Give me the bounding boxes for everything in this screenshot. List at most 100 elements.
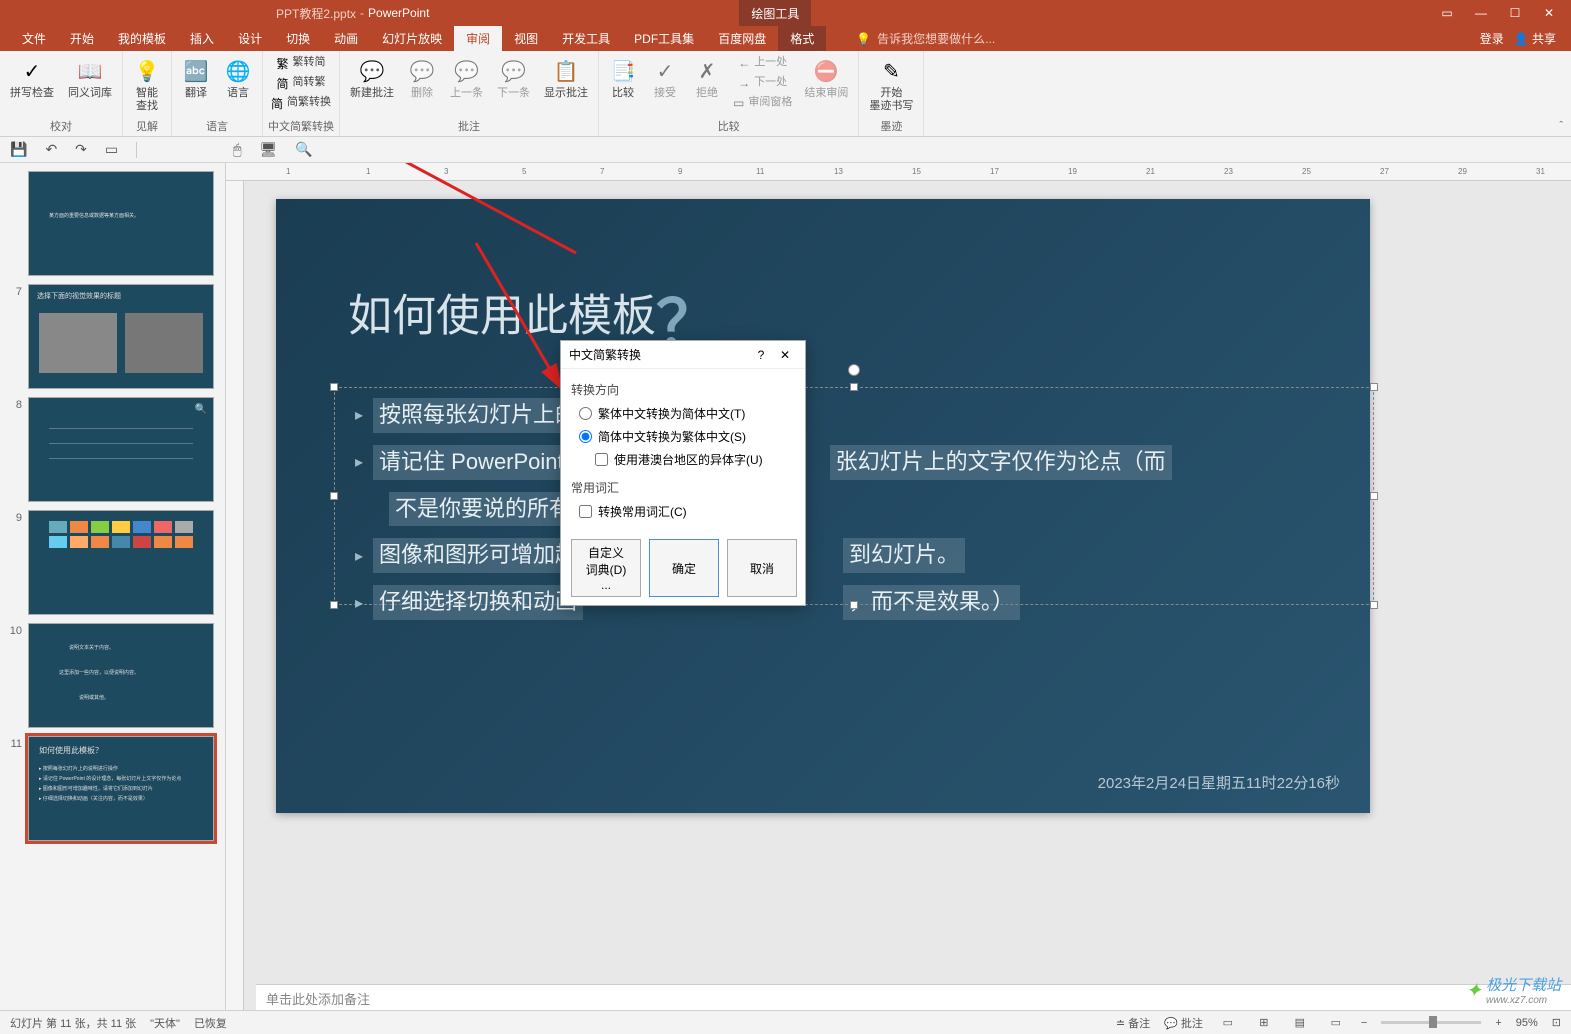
mouse-mode-icon[interactable]: 🖱 xyxy=(233,141,241,158)
start-from-beginning-icon[interactable]: ▭ xyxy=(105,141,118,158)
thesaurus-button[interactable]: 📖同义词库 xyxy=(62,53,118,102)
redo-icon[interactable]: ↷ xyxy=(75,141,87,158)
screen-icon[interactable]: 🖥 xyxy=(260,141,278,158)
zoom-in-icon[interactable]: + xyxy=(1495,1017,1501,1029)
option-variant-chars[interactable]: 使用港澳台地区的异体字(U) xyxy=(571,448,795,471)
thumbnail-item[interactable]: 9 xyxy=(0,506,225,619)
rotate-handle[interactable] xyxy=(848,364,860,376)
thumbnail-slide[interactable] xyxy=(28,510,214,615)
accept-button[interactable]: ✓接受 xyxy=(645,53,685,102)
zoom-thumb[interactable] xyxy=(1429,1016,1437,1028)
login-button[interactable]: 登录 xyxy=(1480,30,1504,47)
zoom-slider[interactable] xyxy=(1381,1021,1481,1024)
compare-button[interactable]: 📑比较 xyxy=(603,53,643,102)
comments-toggle[interactable]: 💬 批注 xyxy=(1164,1015,1203,1031)
resize-handle[interactable] xyxy=(850,601,858,609)
thumbnail-item[interactable]: 8 🔍 xyxy=(0,393,225,506)
thumbnail-slide[interactable]: 某方面的重要信息或数据等某方面相关。 xyxy=(28,171,214,276)
tab-design[interactable]: 设计 xyxy=(226,26,274,51)
tab-pdf-tools[interactable]: PDF工具集 xyxy=(622,26,706,51)
tell-me-search[interactable]: 💡 告诉我您想要做什么... xyxy=(826,30,1479,47)
thumbnail-slide-selected[interactable]: 如何使用此模板？ ▸ 按照每张幻灯片上的说明进行操作 ▸ 请记住 PowerPo… xyxy=(28,736,214,841)
tab-format[interactable]: 格式 xyxy=(778,26,826,51)
end-review-button[interactable]: ⛔结束审阅 xyxy=(798,53,854,102)
sorter-view-icon[interactable]: ⊞ xyxy=(1253,1014,1275,1032)
tab-file[interactable]: 文件 xyxy=(10,26,58,51)
thumbnail-item[interactable]: 11 如何使用此模板？ ▸ 按照每张幻灯片上的说明进行操作 ▸ 请记住 Powe… xyxy=(0,732,225,845)
thumbnail-item[interactable]: 7 选择下面的视觉效果的标题 xyxy=(0,280,225,393)
zoom-level[interactable]: 95% xyxy=(1516,1017,1538,1029)
dialog-close-icon[interactable]: ✕ xyxy=(773,348,797,362)
translate-button[interactable]: 🔤翻译 xyxy=(176,53,216,102)
reading-view-icon[interactable]: ▤ xyxy=(1289,1014,1311,1032)
slide-canvas[interactable]: 如何使用此模板？ ▸按照每张幻灯片上的 ▸请记住 PowerPoint张幻灯片上… xyxy=(276,199,1370,813)
dialog-titlebar[interactable]: 中文简繁转换 ? ✕ xyxy=(561,341,805,369)
share-button[interactable]: 👤 共享 xyxy=(1514,30,1556,47)
content-textbox[interactable]: ▸按照每张幻灯片上的 ▸请记住 PowerPoint张幻灯片上的文字仅作为论点（… xyxy=(334,387,1374,605)
show-comments-button[interactable]: 📋显示批注 xyxy=(538,53,594,102)
tab-transitions[interactable]: 切换 xyxy=(274,26,322,51)
resize-handle[interactable] xyxy=(1370,492,1378,500)
simp-to-trad-button[interactable]: 简简转繁 xyxy=(267,73,335,93)
tab-home[interactable]: 开始 xyxy=(58,26,106,51)
collapse-ribbon-icon[interactable]: ˆ xyxy=(1559,120,1563,132)
resize-handle[interactable] xyxy=(1370,383,1378,391)
ok-button[interactable]: 确定 xyxy=(649,539,719,597)
option-simp-to-trad[interactable]: 简体中文转换为繁体中文(S) xyxy=(571,425,795,448)
smart-lookup-button[interactable]: 💡智能 查找 xyxy=(127,53,167,115)
dialog-help-icon[interactable]: ? xyxy=(749,348,773,362)
thumbnail-item[interactable]: 某方面的重要信息或数据等某方面相关。 xyxy=(0,167,225,280)
tab-insert[interactable]: 插入 xyxy=(178,26,226,51)
resize-handle[interactable] xyxy=(1370,601,1378,609)
prev-comment-button[interactable]: 💬上一条 xyxy=(444,53,489,102)
tab-review[interactable]: 审阅 xyxy=(454,26,502,51)
thumbnail-slide[interactable]: 说明文本关于内容。 这里添加一些内容，以便说明内容。 说明或其他。 xyxy=(28,623,214,728)
notes-toggle[interactable]: ≐ 备注 xyxy=(1116,1015,1150,1031)
language-indicator[interactable]: "天体" xyxy=(150,1015,180,1031)
minimize-icon[interactable]: — xyxy=(1474,6,1488,20)
normal-view-icon[interactable]: ▭ xyxy=(1217,1014,1239,1032)
option-common-vocab[interactable]: 转换常用词汇(C) xyxy=(571,500,795,523)
ribbon-group-proofing: ✓拼写检查 📖同义词库 校对 xyxy=(0,51,123,136)
thumbnail-slide[interactable]: 🔍 xyxy=(28,397,214,502)
thumbnail-item[interactable]: 10 说明文本关于内容。 这里添加一些内容，以便说明内容。 说明或其他。 xyxy=(0,619,225,732)
tab-developer[interactable]: 开发工具 xyxy=(550,26,622,51)
resize-handle[interactable] xyxy=(330,492,338,500)
resize-handle[interactable] xyxy=(330,383,338,391)
resize-handle[interactable] xyxy=(850,383,858,391)
new-comment-button[interactable]: 💬新建批注 xyxy=(344,53,400,102)
custom-dictionary-button[interactable]: 自定义词典(D) ... xyxy=(571,539,641,597)
prev-change-button[interactable]: ←上一处 xyxy=(729,53,796,73)
comment-next-icon: 💬 xyxy=(501,55,526,87)
ribbon-options-icon[interactable]: ▭ xyxy=(1440,6,1454,20)
tab-my-templates[interactable]: 我的模板 xyxy=(106,26,178,51)
option-trad-to-simp[interactable]: 繁体中文转换为简体中文(T) xyxy=(571,402,795,425)
search-slide-icon[interactable]: 🔍 xyxy=(295,141,312,158)
review-pane-button[interactable]: ▭审阅窗格 xyxy=(729,93,796,113)
language-button[interactable]: 🌐语言 xyxy=(218,53,258,102)
trad-to-simp-button[interactable]: 繁繁转简 xyxy=(267,53,335,73)
zoom-out-icon[interactable]: − xyxy=(1361,1017,1367,1029)
tab-view[interactable]: 视图 xyxy=(502,26,550,51)
simp-trad-convert-button[interactable]: 简简繁转换 xyxy=(267,93,335,113)
delete-comment-button[interactable]: 💬删除 xyxy=(402,53,442,102)
reject-button[interactable]: ✗拒绝 xyxy=(687,53,727,102)
notes-placeholder[interactable]: 单击此处添加备注 xyxy=(256,984,1571,1010)
resize-handle[interactable] xyxy=(330,601,338,609)
next-change-button[interactable]: →下一处 xyxy=(729,73,796,93)
maximize-icon[interactable]: ☐ xyxy=(1508,6,1522,20)
thumbnail-slide[interactable]: 选择下面的视觉效果的标题 xyxy=(28,284,214,389)
slideshow-view-icon[interactable]: ▭ xyxy=(1325,1014,1347,1032)
save-icon[interactable]: 💾 xyxy=(10,141,27,158)
tab-slideshow[interactable]: 幻灯片放映 xyxy=(370,26,454,51)
tab-animations[interactable]: 动画 xyxy=(322,26,370,51)
slide-thumbnails-panel[interactable]: 某方面的重要信息或数据等某方面相关。 7 选择下面的视觉效果的标题 8 🔍 9 xyxy=(0,163,226,1010)
fit-to-window-icon[interactable]: ⊡ xyxy=(1552,1016,1561,1029)
undo-icon[interactable]: ↶ xyxy=(45,141,57,158)
close-icon[interactable]: ✕ xyxy=(1542,6,1556,20)
spellcheck-button[interactable]: ✓拼写检查 xyxy=(4,53,60,102)
tab-baidu-netdisk[interactable]: 百度网盘 xyxy=(706,26,778,51)
start-ink-button[interactable]: ✎开始 墨迹书写 xyxy=(863,53,919,115)
next-comment-button[interactable]: 💬下一条 xyxy=(491,53,536,102)
cancel-button[interactable]: 取消 xyxy=(727,539,797,597)
